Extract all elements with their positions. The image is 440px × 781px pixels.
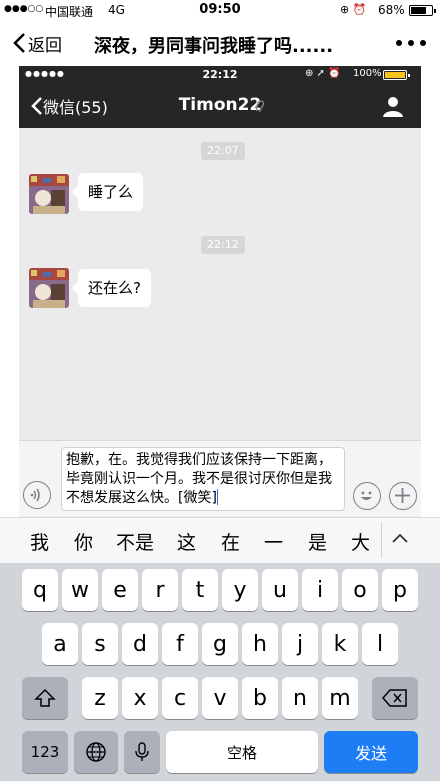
dot-icon — [396, 40, 402, 46]
key-d[interactable]: d — [122, 623, 158, 665]
back-button[interactable]: 返回 — [12, 30, 62, 56]
candidate-word[interactable]: 我 — [30, 528, 49, 555]
shift-icon — [34, 688, 56, 707]
earpiece-mode-icon — [255, 100, 265, 113]
chevron-up-icon[interactable] — [390, 531, 410, 545]
lock-alarm-icons: ⊕ ⏰ — [340, 3, 367, 16]
plus-icon — [395, 488, 410, 503]
globe-key[interactable] — [74, 731, 118, 773]
message-bubble[interactable]: 睡了么 — [71, 173, 144, 211]
inner-status-bar: ●●●●● 22:12 ⊕ ➚ ⏰ 100% — [19, 66, 421, 84]
key-i[interactable]: i — [302, 569, 338, 611]
chevron-left-icon — [13, 33, 25, 53]
key-b[interactable]: b — [242, 677, 278, 719]
dot-icon — [420, 40, 426, 46]
keyboard: q w e r t y u i o p a s d f g h j k l z … — [0, 563, 440, 781]
space-key[interactable]: 空格 — [166, 731, 318, 773]
candidate-word[interactable]: 大 — [351, 528, 370, 555]
key-h[interactable]: h — [242, 623, 278, 665]
send-key[interactable]: 发送 — [324, 731, 418, 773]
battery-percent: 100% — [353, 68, 382, 79]
microphone-icon — [135, 742, 149, 761]
avatar[interactable] — [29, 268, 69, 308]
key-e[interactable]: e — [102, 569, 138, 611]
candidate-word[interactable]: 你 — [74, 528, 93, 555]
key-p[interactable]: p — [382, 569, 418, 611]
candidate-word[interactable]: 一 — [264, 528, 283, 555]
key-o[interactable]: o — [342, 569, 378, 611]
candidate-word[interactable]: 在 — [221, 528, 240, 555]
message-input-text: 抱歉，在。我觉得我们应该保持一下距离，毕竟刚认识一个月。我不是很讨厌你但是我不想… — [66, 452, 332, 506]
battery-percent: 68% — [378, 3, 405, 17]
profile-icon[interactable] — [381, 94, 405, 118]
shift-key[interactable] — [22, 677, 68, 719]
timestamp-badge: 22:07 — [201, 142, 245, 160]
contact-name: Timon22 — [178, 95, 262, 115]
avatar-image — [29, 174, 69, 214]
message-input-bar: 抱歉，在。我觉得我们应该保持一下距离，毕竟刚认识一个月。我不是很讨厌你但是我不想… — [19, 440, 421, 516]
message-input[interactable]: 抱歉，在。我觉得我们应该保持一下距离，毕竟刚认识一个月。我不是很讨厌你但是我不想… — [61, 447, 345, 511]
avatar-image — [29, 268, 69, 308]
candidate-word[interactable]: 这 — [177, 528, 196, 555]
key-l[interactable]: l — [362, 623, 398, 665]
message-bubble[interactable]: 还在么? — [72, 269, 151, 307]
timestamp-badge: 22:12 — [201, 236, 245, 254]
back-label: 返回 — [28, 35, 62, 56]
key-y[interactable]: y — [222, 569, 258, 611]
key-w[interactable]: w — [62, 569, 98, 611]
status-icons: ⊕ ➚ ⏰ — [305, 68, 341, 79]
key-j[interactable]: j — [282, 623, 318, 665]
voice-input-button[interactable] — [23, 481, 51, 509]
key-q[interactable]: q — [22, 569, 58, 611]
more-actions-button[interactable] — [389, 482, 417, 510]
key-u[interactable]: u — [262, 569, 298, 611]
dot-icon — [408, 40, 414, 46]
battery-icon — [383, 70, 410, 80]
chat-nav-bar: 微信(55) Timon22 — [19, 84, 421, 128]
avatar[interactable] — [29, 174, 69, 214]
voice-icon — [30, 488, 40, 502]
emoji-button[interactable] — [353, 482, 381, 510]
key-g[interactable]: g — [202, 623, 238, 665]
article-nav-bar: 返回 深夜，男同事问我睡了吗...... — [0, 20, 440, 66]
key-t[interactable]: t — [182, 569, 218, 611]
candidate-word[interactable]: 不是 — [116, 528, 154, 555]
battery-icon — [409, 5, 436, 16]
smiley-icon — [361, 491, 372, 500]
numbers-key[interactable]: 123 — [22, 731, 68, 773]
candidate-divider — [381, 522, 382, 558]
outer-status-bar: ●●●○○ 中国联通 4G 09:50 ⊕ ⏰ 68% — [0, 0, 440, 20]
key-r[interactable]: r — [142, 569, 178, 611]
key-x[interactable]: x — [122, 677, 158, 719]
key-a[interactable]: a — [42, 623, 78, 665]
backspace-key[interactable] — [372, 677, 418, 719]
key-k[interactable]: k — [322, 623, 358, 665]
key-m[interactable]: m — [322, 677, 358, 719]
status-time: 09:50 — [199, 2, 241, 17]
globe-icon — [86, 742, 106, 762]
text-caret — [216, 489, 218, 505]
key-z[interactable]: z — [82, 677, 118, 719]
key-s[interactable]: s — [82, 623, 118, 665]
ime-candidate-bar: 我 你 不是 这 在 一 是 大 — [0, 517, 440, 563]
page-title: 深夜，男同事问我睡了吗...... — [94, 36, 334, 57]
key-f[interactable]: f — [162, 623, 198, 665]
key-v[interactable]: v — [202, 677, 238, 719]
dictation-key[interactable] — [124, 731, 160, 773]
key-n[interactable]: n — [282, 677, 318, 719]
key-c[interactable]: c — [162, 677, 198, 719]
candidate-word[interactable]: 是 — [308, 528, 327, 555]
backspace-icon — [382, 689, 407, 707]
more-button[interactable] — [396, 30, 426, 56]
